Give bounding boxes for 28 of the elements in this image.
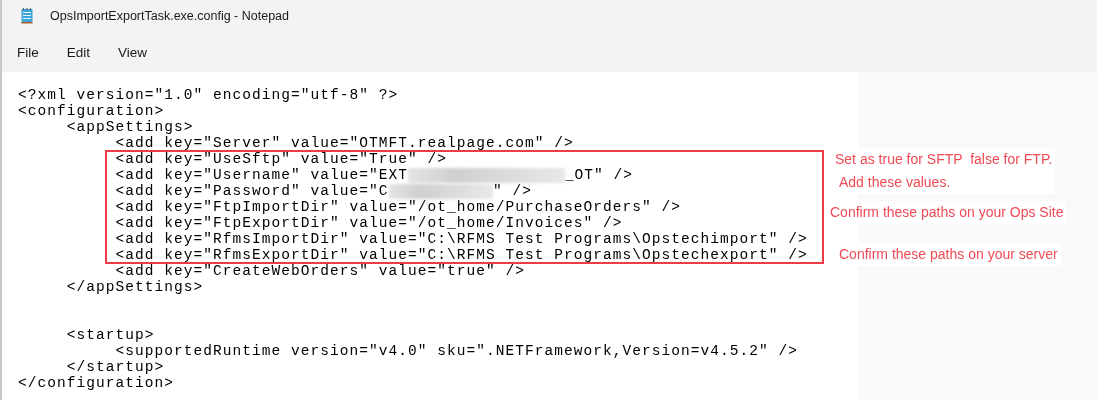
annotation-text: Set as true for SFTP false for FTP. — [835, 150, 1053, 169]
code-text: <appSettings> — [65, 120, 194, 134]
code-text: <add key="Username" value="EXT — [114, 168, 409, 182]
window-title: OpsImportExportTask.exe.config - Notepad — [50, 9, 289, 23]
annotation-text: Confirm these paths on your Ops Site — [830, 203, 1064, 222]
code-text: <add key="RfmsExportDir" value="C:\RFMS Test Programs\Opstechexport" /> — [114, 248, 808, 262]
code-text: <startup> — [65, 328, 155, 342]
code-text: <add key="FtpExportDir" value="/ot_home/Invoices" /> — [114, 216, 623, 230]
code-text: <add key="Server" value="OTMFT.realpage.com" /> — [114, 136, 574, 150]
menu-item[interactable]: File — [17, 40, 39, 64]
menu-item[interactable]: Edit — [66, 40, 91, 64]
code-text: </appSettings> — [65, 280, 204, 294]
code-text: <configuration> — [18, 104, 165, 118]
code-text: " /> — [492, 184, 532, 198]
code-text: _OT" /> — [564, 168, 633, 182]
code-text: <add key="Password" value="C — [114, 184, 389, 198]
code-text: <?xml version="1.0" encoding="utf-8" ?> — [18, 88, 399, 102]
code-text: <add key="RfmsImportDir" value="C:\RFMS Test Programs\Opstechimport" /> — [114, 232, 808, 246]
notepad-icon — [21, 8, 33, 24]
code-text: <supportedRuntime version="v4.0" sku=".NETFramework,Version=v4.5.2" /> — [114, 344, 799, 358]
code-text: <add key="UseSftp" value="True" /> — [114, 152, 448, 166]
code-text: </configuration> — [18, 376, 175, 390]
code-text: <add key="CreateWebOrders" value="true" /> — [114, 264, 526, 278]
code-text: <add key="FtpImportDir" value="/ot_home/PurchaseOrders" /> — [114, 200, 682, 214]
code-text: </startup> — [65, 360, 165, 374]
menu-item[interactable]: View — [118, 40, 148, 64]
annotation-text: Confirm these paths on your server — [839, 245, 1058, 264]
annotation-text: Add these values. — [838, 173, 952, 192]
